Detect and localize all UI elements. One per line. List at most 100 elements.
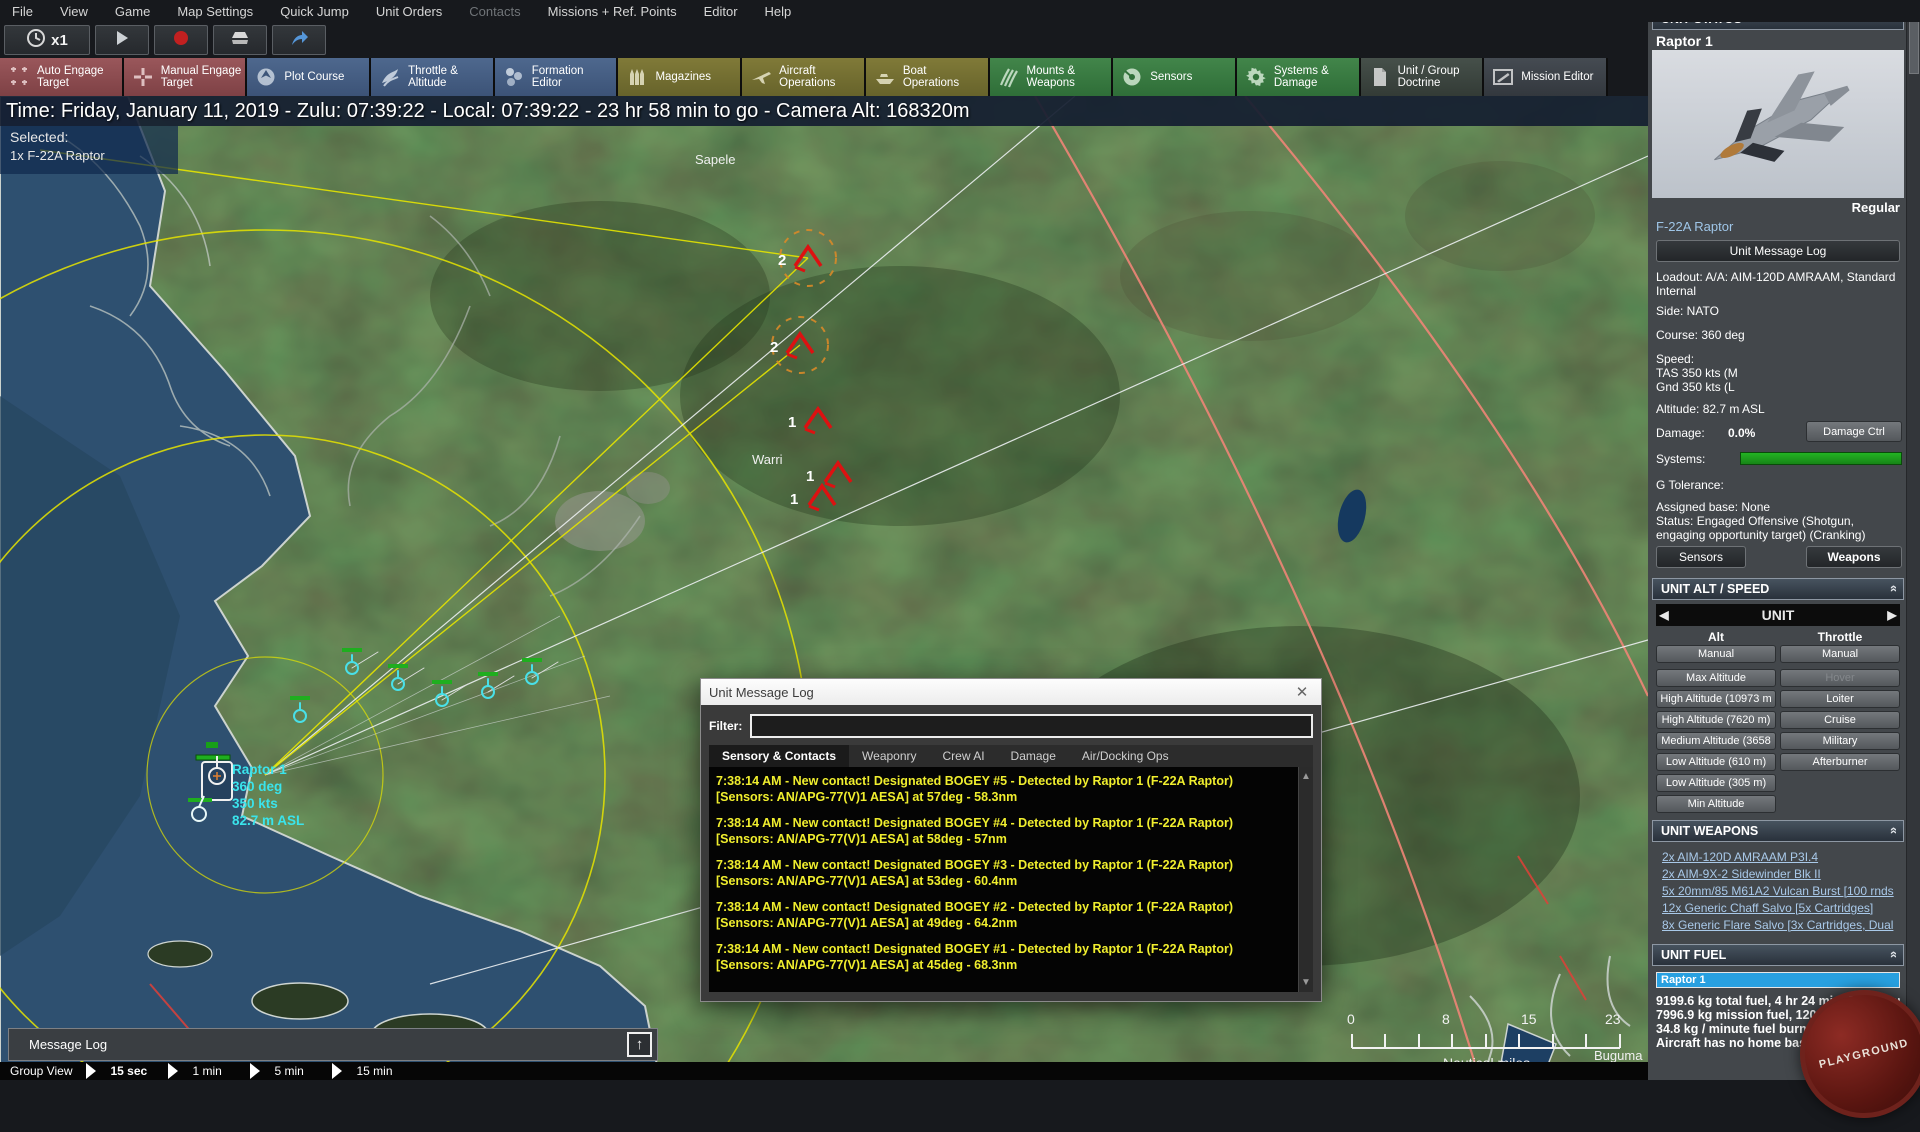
- unit-fuel-header[interactable]: UNIT FUEL »: [1652, 944, 1904, 966]
- unit-alt-speed-header[interactable]: UNIT ALT / SPEED »: [1652, 578, 1904, 600]
- magazines-button[interactable]: Magazines: [618, 58, 743, 96]
- throttle-military-button[interactable]: Military: [1780, 732, 1900, 750]
- alt-low-610-button[interactable]: Low Altitude (610 m): [1656, 753, 1776, 771]
- magazines-icon: [625, 65, 649, 89]
- menu-file[interactable]: File: [12, 4, 33, 19]
- menu-missions-ref-points[interactable]: Missions + Ref. Points: [548, 4, 677, 19]
- f22-photo-art: [1714, 71, 1850, 162]
- weapons-panel-button[interactable]: Weapons: [1806, 546, 1902, 568]
- menu-unit-orders[interactable]: Unit Orders: [376, 4, 442, 19]
- scope-prev-arrow[interactable]: ◀: [1656, 608, 1672, 622]
- time-status-text: Time: Friday, January 11, 2019 - Zulu: 0…: [6, 99, 970, 122]
- unit-label-course: 360 deg: [232, 779, 282, 794]
- throttle-altitude-button[interactable]: Throttle & Altitude: [371, 58, 495, 96]
- tab-crew-ai[interactable]: Crew AI: [930, 745, 998, 767]
- throttle-altitude-icon: [378, 65, 402, 89]
- ribbon-label: Auto Engage Target: [37, 64, 104, 90]
- scrollbar-thumb[interactable]: [1908, 18, 1919, 74]
- alt-high-10973-button[interactable]: High Altitude (10973 m: [1656, 690, 1776, 708]
- menu-view[interactable]: View: [60, 4, 88, 19]
- unit-message-log-dialog: Unit Message Log ✕ Filter: Sensory & Con…: [700, 678, 1322, 1002]
- scroll-down-icon[interactable]: ▼: [1301, 975, 1311, 991]
- menu-editor[interactable]: Editor: [704, 4, 738, 19]
- step-15min[interactable]: 15 min: [356, 1064, 400, 1078]
- map-layers-button[interactable]: [213, 25, 267, 55]
- alt-manual-button[interactable]: Manual: [1656, 645, 1776, 663]
- throttle-cruise-button[interactable]: Cruise: [1780, 711, 1900, 729]
- side-text: Side: NATO: [1656, 304, 1719, 318]
- manual-engage-icon: [131, 65, 155, 89]
- ribbon-label: Systems & Damage: [1273, 64, 1329, 90]
- ribbon-label: Boat Operations: [902, 64, 960, 90]
- damage-ctrl-button[interactable]: Damage Ctrl: [1806, 421, 1902, 442]
- alt-low-305-button[interactable]: Low Altitude (305 m): [1656, 774, 1776, 792]
- weapon-link-vulcan[interactable]: 5x 20mm/85 M61A2 Vulcan Burst [100 rnds: [1662, 884, 1902, 898]
- menu-game[interactable]: Game: [115, 4, 150, 19]
- run-button[interactable]: [95, 25, 149, 55]
- step-15sec[interactable]: 15 sec: [110, 1064, 154, 1078]
- collapse-chevron-icon[interactable]: »: [1885, 952, 1900, 957]
- sensors-button[interactable]: Sensors: [1113, 58, 1237, 96]
- clock-icon: [26, 28, 46, 53]
- loadout-text: Loadout: A/A: AIM-120D AMRAAM, Standard …: [1656, 270, 1896, 298]
- time-compression-button[interactable]: x1: [4, 25, 90, 55]
- alt-min-button[interactable]: Min Altitude: [1656, 795, 1776, 813]
- tab-weaponry[interactable]: Weaponry: [849, 745, 929, 767]
- layers-icon: [229, 28, 251, 53]
- boat-icon: [873, 65, 897, 89]
- group-view-label[interactable]: Group View: [10, 1064, 72, 1078]
- aircraft-operations-button[interactable]: Aircraft Operations: [742, 58, 866, 96]
- weapon-link-chaff[interactable]: 12x Generic Chaff Salvo [5x Cartridges]: [1662, 901, 1902, 915]
- dialog-scrollbar[interactable]: ▲ ▼: [1298, 767, 1313, 992]
- dialog-tabs: Sensory & Contacts Weaponry Crew AI Dama…: [709, 745, 1313, 767]
- record-button[interactable]: [154, 25, 208, 55]
- weapon-link-flare[interactable]: 8x Generic Flare Salvo [3x Cartridges, D…: [1662, 918, 1902, 932]
- unit-weapons-header[interactable]: UNIT WEAPONS »: [1652, 820, 1904, 842]
- mounts-weapons-button[interactable]: Mounts & Weapons: [989, 58, 1114, 96]
- selected-item[interactable]: 1x F-22A Raptor: [10, 148, 178, 163]
- scroll-up-icon[interactable]: ▲: [1301, 769, 1311, 785]
- filter-input[interactable]: [750, 714, 1313, 738]
- menu-map-settings[interactable]: Map Settings: [177, 4, 253, 19]
- scope-next-arrow[interactable]: ▶: [1884, 608, 1900, 622]
- message-log-bar[interactable]: Message Log ↑: [8, 1028, 658, 1061]
- systems-damage-button[interactable]: Systems & Damage: [1236, 58, 1361, 96]
- formation-editor-button[interactable]: Formation Editor: [494, 58, 619, 96]
- tab-damage[interactable]: Damage: [998, 745, 1069, 767]
- collapse-chevron-icon[interactable]: »: [1885, 586, 1900, 591]
- sidebar-scrollbar[interactable]: ▲ ▼: [1906, 4, 1920, 1080]
- tab-sensory-contacts[interactable]: Sensory & Contacts: [709, 745, 850, 767]
- boat-operations-button[interactable]: Boat Operations: [865, 58, 990, 96]
- unit-group-doctrine-button[interactable]: Unit / Group Doctrine: [1360, 58, 1485, 96]
- expand-log-button[interactable]: ↑: [627, 1032, 652, 1057]
- throttle-loiter-button[interactable]: Loiter: [1780, 690, 1900, 708]
- throttle-afterburner-button[interactable]: Afterburner: [1780, 753, 1900, 771]
- menu-help[interactable]: Help: [765, 4, 792, 19]
- ribbon-label: Sensors: [1150, 70, 1193, 83]
- step-5min[interactable]: 5 min: [274, 1064, 318, 1078]
- weapon-link-sidewinder[interactable]: 2x AIM-9X-2 Sidewinder Blk II: [1662, 867, 1902, 881]
- dialog-title-bar[interactable]: Unit Message Log ✕: [701, 679, 1321, 705]
- jump-to-button[interactable]: [272, 25, 326, 55]
- collapse-chevron-icon[interactable]: »: [1885, 828, 1900, 833]
- alt-medium-3658-button[interactable]: Medium Altitude (3658: [1656, 732, 1776, 750]
- unit-type-link[interactable]: F-22A Raptor: [1656, 220, 1900, 234]
- close-icon[interactable]: ✕: [1291, 683, 1313, 701]
- mission-editor-button[interactable]: Mission Editor: [1484, 58, 1608, 96]
- sensors-panel-button[interactable]: Sensors: [1656, 546, 1746, 568]
- alt-high-7620-button[interactable]: High Altitude (7620 m): [1656, 711, 1776, 729]
- log-message: 7:38:14 AM - New contact! Designated BOG…: [716, 900, 1234, 930]
- weapon-link-amraam[interactable]: 2x AIM-120D AMRAAM P3I.4: [1662, 850, 1902, 864]
- step-1min[interactable]: 1 min: [192, 1064, 236, 1078]
- plot-course-button[interactable]: Plot Course: [247, 58, 372, 96]
- tab-air-docking-ops[interactable]: Air/Docking Ops: [1069, 745, 1182, 767]
- ribbon-label: Unit / Group Doctrine: [1397, 64, 1460, 90]
- unit-message-log-button[interactable]: Unit Message Log: [1656, 240, 1900, 262]
- auto-engage-target-button[interactable]: Auto Engage Target: [0, 58, 124, 96]
- fuel-selected-row[interactable]: Raptor 1: [1656, 972, 1900, 988]
- alt-max-button[interactable]: Max Altitude: [1656, 669, 1776, 687]
- message-log-content[interactable]: 7:38:14 AM - New contact! Designated BOG…: [709, 767, 1313, 992]
- menu-quick-jump[interactable]: Quick Jump: [280, 4, 349, 19]
- throttle-manual-button[interactable]: Manual: [1780, 645, 1900, 663]
- manual-engage-target-button[interactable]: Manual Engage Target: [123, 58, 248, 96]
